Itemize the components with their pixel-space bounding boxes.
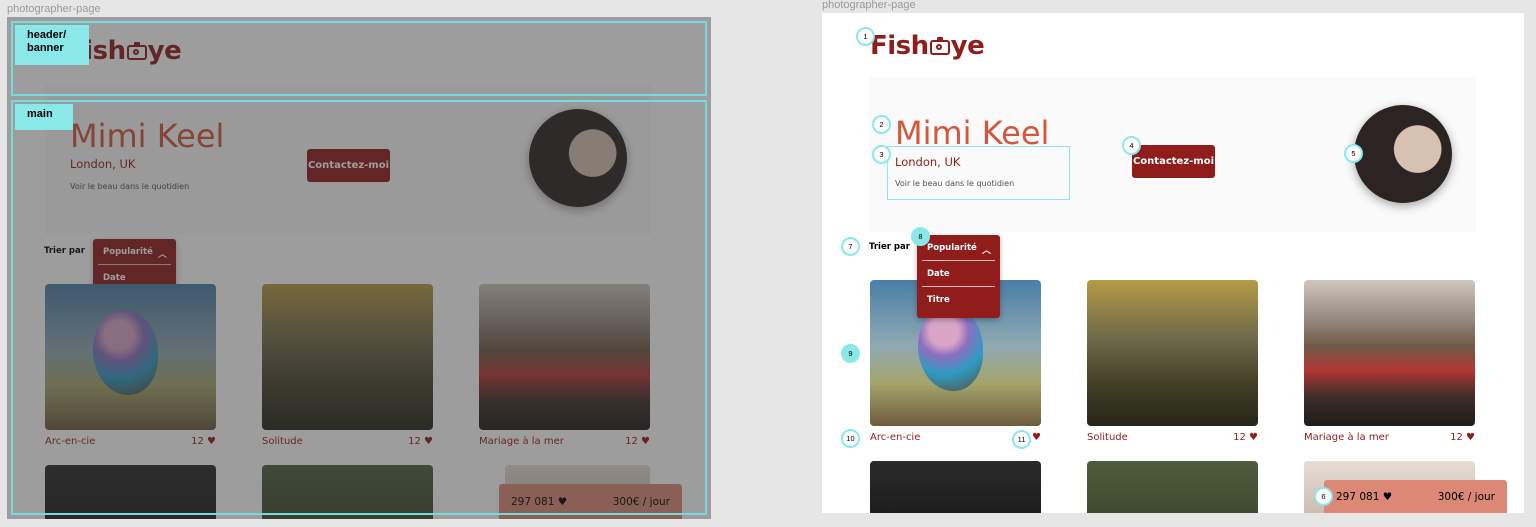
- total-likes: 297 081 ♥: [1336, 491, 1392, 503]
- media-title: Mariage à la mer: [1304, 432, 1389, 443]
- focus-marker: 5: [1344, 144, 1363, 163]
- focus-marker: 4: [1122, 136, 1141, 155]
- left-frame: Fish ye Mimi Keel London, UK Voir le beau…: [7, 17, 711, 519]
- sort-dropdown[interactable]: Popularité ︿ Date Titre: [917, 235, 1000, 318]
- photographer-avatar: [1354, 105, 1452, 203]
- focus-marker: 1: [856, 27, 875, 46]
- landmark-header: [11, 21, 707, 96]
- frame-title-right: photographer-page: [822, 0, 916, 11]
- logo[interactable]: Fish ye: [870, 31, 985, 61]
- media-thumbnail[interactable]: [1304, 280, 1475, 426]
- heart-icon: ♥: [1032, 432, 1041, 443]
- focus-marker: 10: [841, 429, 860, 448]
- heart-icon: ♥: [1466, 432, 1475, 443]
- sort-option-label: Popularité: [927, 242, 977, 253]
- sort-option-label: Titre: [927, 294, 950, 305]
- photographer-tagline: Voir le beau dans le quotidien: [895, 179, 1015, 188]
- right-frame: Fish ye Mimi Keel London, UK Voir le beau…: [822, 13, 1524, 513]
- heart-icon: ♥: [1382, 490, 1393, 503]
- focus-marker: 11: [1012, 430, 1031, 449]
- landmark-main: [11, 100, 707, 515]
- logo-suffix: ye: [950, 31, 985, 61]
- sort-option-date[interactable]: Date: [917, 261, 1000, 286]
- media-caption: Solitude 12 ♥: [1087, 432, 1258, 443]
- frame-title-left: photographer-page: [7, 3, 101, 15]
- logo-prefix: Fish: [870, 31, 929, 61]
- sort-option-title[interactable]: Titre: [917, 287, 1000, 312]
- heart-icon: ♥: [1249, 432, 1258, 443]
- media-likes[interactable]: ♥: [1032, 432, 1041, 443]
- stats-bar: 297 081 ♥ 300€ / jour: [1324, 480, 1507, 513]
- photographer-location: London, UK: [895, 155, 961, 169]
- media-likes[interactable]: 12 ♥: [1233, 432, 1258, 443]
- media-thumbnail[interactable]: [1087, 461, 1258, 513]
- likes-total: 297 081: [1336, 490, 1380, 503]
- focus-marker: 8: [911, 227, 930, 246]
- day-rate: 300€ / jour: [1437, 490, 1495, 503]
- media-title: Arc-en-cie: [870, 432, 921, 443]
- media-caption: Mariage à la mer 12 ♥: [1304, 432, 1475, 443]
- focus-marker: 7: [841, 237, 860, 256]
- likes-count: 12: [1450, 432, 1463, 443]
- sort-label: Trier par: [869, 242, 910, 252]
- focus-marker: 3: [872, 145, 891, 164]
- landmark-label-header: header/ banner: [15, 25, 89, 65]
- sort-option-label: Date: [927, 268, 950, 279]
- focus-marker: 9: [841, 344, 860, 363]
- media-title: Solitude: [1087, 432, 1128, 443]
- contact-button[interactable]: Contactez-moi: [1132, 145, 1215, 178]
- media-likes[interactable]: 12 ♥: [1450, 432, 1475, 443]
- media-thumbnail[interactable]: [870, 461, 1041, 513]
- landmark-label-main: main: [15, 104, 73, 130]
- media-thumbnail[interactable]: [1087, 280, 1258, 426]
- likes-count: 12: [1233, 432, 1246, 443]
- focus-marker: 6: [1314, 487, 1333, 506]
- chevron-up-icon: ︿: [981, 246, 991, 256]
- focus-marker: 2: [872, 115, 891, 134]
- camera-icon: [929, 37, 950, 55]
